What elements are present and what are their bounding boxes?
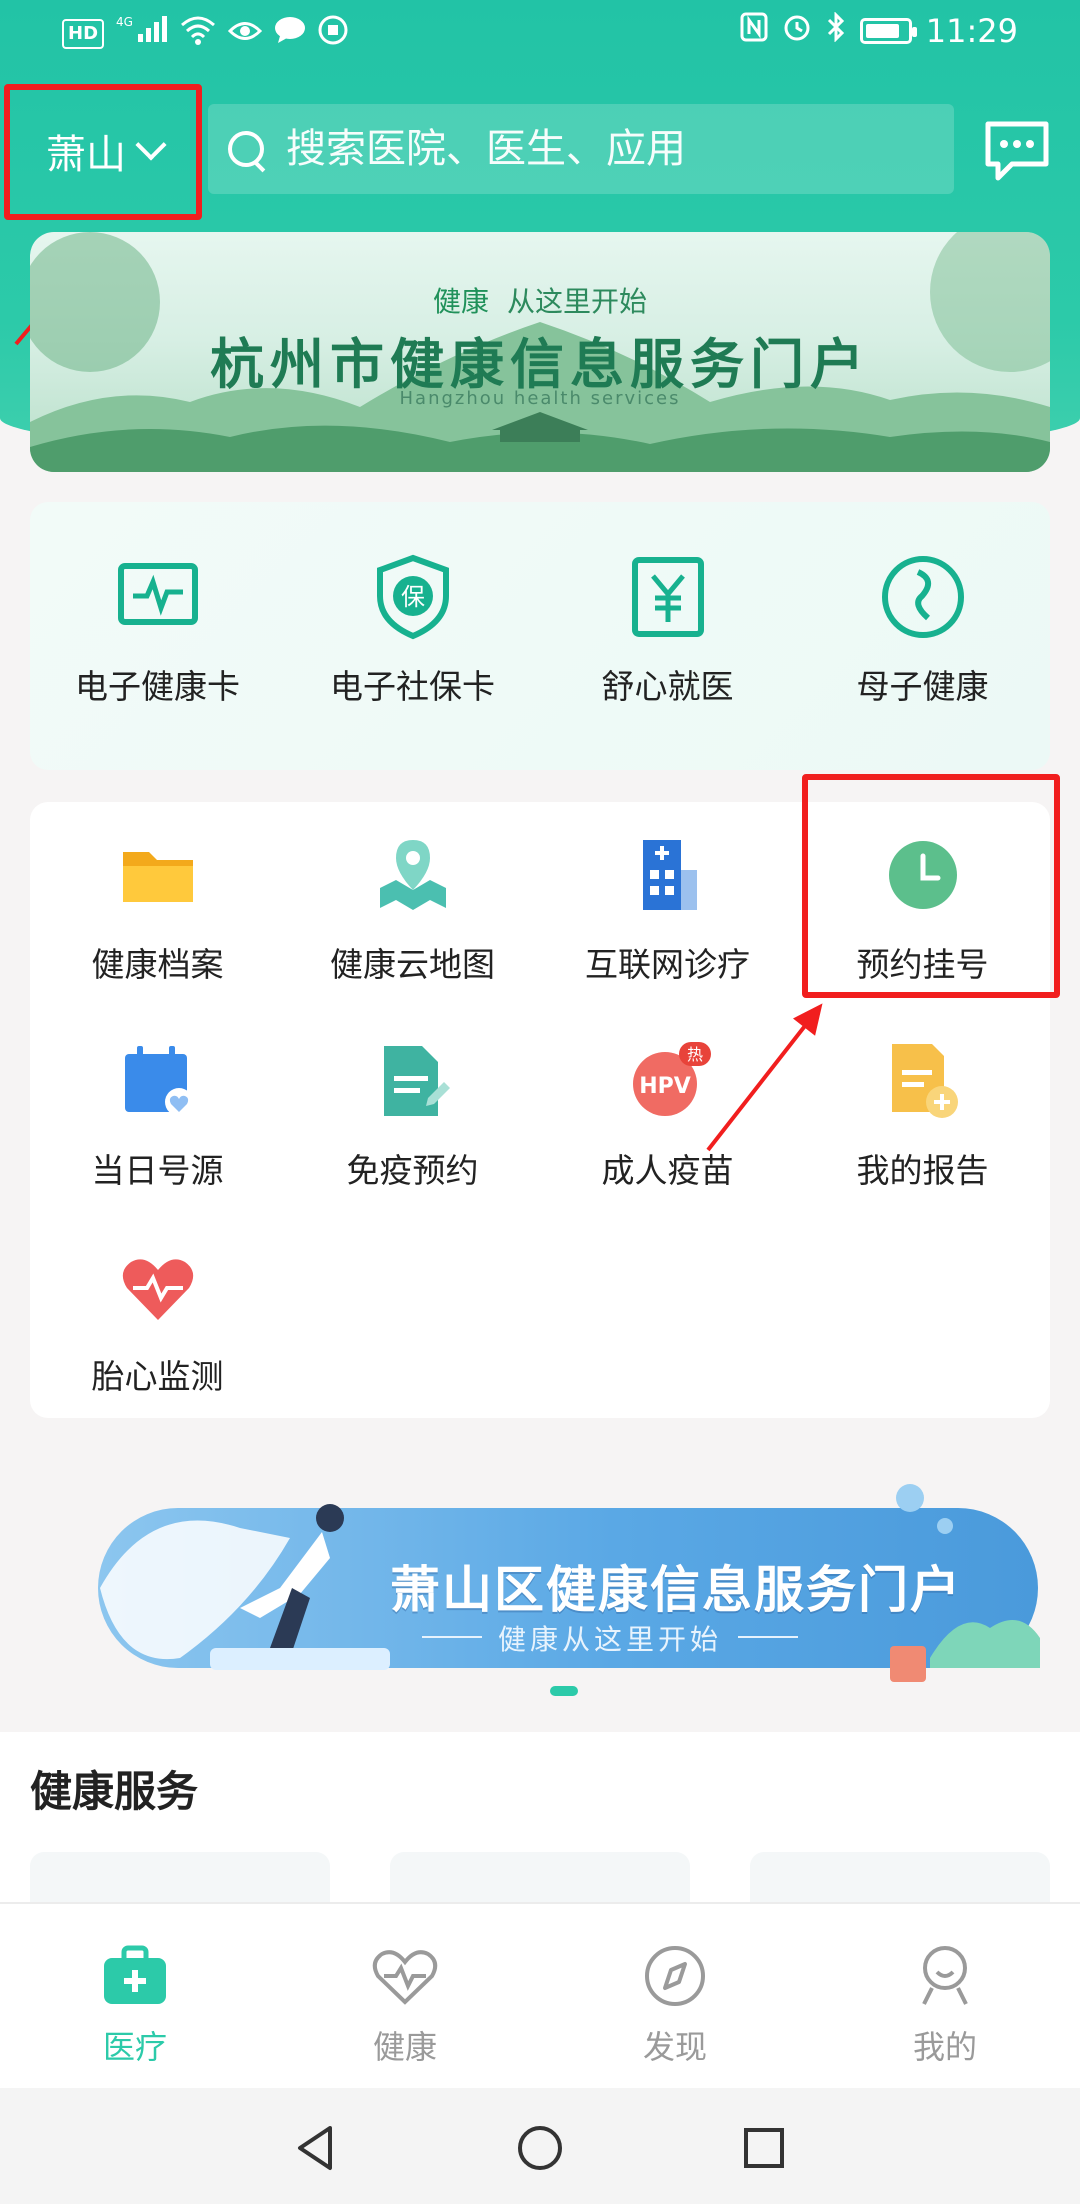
- social-security-shield-icon: 保: [368, 552, 458, 642]
- service-same-day-slots[interactable]: 当日号源: [30, 1036, 285, 1192]
- heart-pulse-icon: [370, 1944, 440, 2008]
- hot-badge: 热: [686, 1045, 702, 1064]
- network-type: 4G: [116, 15, 133, 29]
- quick-service-label: 舒心就医: [601, 667, 734, 706]
- recents-icon[interactable]: [734, 2118, 794, 2178]
- eye-icon: [227, 17, 263, 52]
- message-button[interactable]: [982, 116, 1052, 186]
- quick-service-label: 电子健康卡: [75, 667, 240, 706]
- mother-child-icon: [878, 552, 968, 642]
- compass-icon: [640, 1944, 710, 2008]
- service-label: 互联网诊疗: [585, 945, 750, 984]
- yuan-document-icon: [623, 552, 713, 642]
- report-add-icon: [878, 1036, 968, 1126]
- hd-indicator: HD: [62, 19, 105, 49]
- service-immunization[interactable]: 免疫预约: [285, 1036, 540, 1192]
- signal-icon: 4G: [116, 14, 168, 54]
- home-icon[interactable]: [510, 2118, 570, 2178]
- tab-medical[interactable]: 医疗: [0, 1944, 270, 2068]
- promo-banner[interactable]: 萧山区健康信息服务门户 健康从这里开始: [30, 1468, 1050, 1728]
- service-label: 免疫预约: [346, 1151, 479, 1190]
- service-online-clinic[interactable]: 互联网诊疗: [540, 830, 795, 986]
- folder-icon: [113, 830, 203, 920]
- service-label: 当日号源: [91, 1151, 224, 1190]
- banner-tag-text: 从这里开始: [507, 285, 648, 318]
- tab-label: 健康: [372, 2028, 437, 2066]
- service-card-partial[interactable]: [30, 1852, 330, 1902]
- quick-service-social-security[interactable]: 保 电子社保卡: [285, 552, 540, 708]
- quick-service-label: 电子社保卡: [330, 667, 495, 706]
- service-label: 健康档案: [91, 945, 224, 984]
- tab-discover[interactable]: 发现: [540, 1944, 810, 2068]
- back-icon[interactable]: [286, 2118, 346, 2178]
- person-icon: [910, 1944, 980, 2008]
- quick-service-easy-care[interactable]: 舒心就医: [540, 552, 795, 708]
- carousel-indicator: [550, 1686, 578, 1696]
- wifi-icon: [180, 15, 216, 53]
- quick-service-mother-child[interactable]: 母子健康: [795, 552, 1050, 708]
- service-fetal-heart[interactable]: 胎心监测: [30, 1242, 285, 1398]
- annotation-highlight-appointment: [802, 774, 1060, 998]
- app-status-icon: [318, 15, 348, 53]
- service-label: 健康云地图: [330, 945, 495, 984]
- system-navigation-bar: [0, 2088, 1080, 2204]
- tab-health[interactable]: 健康: [270, 1944, 540, 2068]
- tab-label: 医疗: [102, 2028, 167, 2066]
- chat-bubble-icon: [985, 121, 1049, 181]
- quick-service-label: 母子健康: [856, 667, 989, 706]
- service-my-reports[interactable]: 我的报告: [795, 1036, 1050, 1192]
- service-adult-vaccine[interactable]: HPV 热 成人疫苗: [540, 1036, 795, 1192]
- document-edit-icon: [368, 1036, 458, 1126]
- banner-tag-strong: 健康: [432, 285, 489, 318]
- quick-services-card: 电子健康卡 保 电子社保卡 舒心就医 母子健康: [30, 502, 1050, 770]
- tab-label: 我的: [912, 2028, 977, 2066]
- bluetooth-icon: [826, 11, 846, 50]
- banner-tag: 健康 从这里开始: [30, 280, 1050, 320]
- search-input[interactable]: [286, 126, 926, 172]
- status-time: 11:29: [925, 12, 1018, 50]
- hospital-building-icon: [623, 830, 713, 920]
- promo-title: 萧山区健康信息服务门户: [390, 1561, 962, 1619]
- map-pin-icon: [368, 830, 458, 920]
- calendar-heart-icon: [113, 1036, 203, 1126]
- tab-label: 发现: [642, 2028, 707, 2066]
- annotation-highlight-city: [4, 84, 202, 220]
- hpv-badge-icon: HPV 热: [623, 1036, 713, 1126]
- nfc-icon: [740, 12, 768, 50]
- svg-text:保: 保: [401, 583, 425, 611]
- heartbeat-icon: [113, 1242, 203, 1332]
- health-card-icon: [113, 552, 203, 642]
- alarm-icon: [782, 12, 812, 50]
- chat-status-icon: [274, 16, 306, 52]
- service-card-partial[interactable]: [390, 1852, 690, 1902]
- portal-banner[interactable]: 健康 从这里开始 杭州市健康信息服务门户 Hangzhou health serv…: [30, 232, 1050, 472]
- battery-icon: [859, 18, 917, 44]
- quick-service-health-card[interactable]: 电子健康卡: [30, 552, 285, 708]
- bottom-tab-bar: 医疗 健康 发现 我的: [0, 1902, 1080, 2088]
- service-health-records[interactable]: 健康档案: [30, 830, 285, 986]
- service-health-map[interactable]: 健康云地图: [285, 830, 540, 986]
- search-bar[interactable]: [208, 104, 954, 194]
- tab-mine[interactable]: 我的: [810, 1944, 1080, 2068]
- search-icon: [226, 129, 266, 169]
- medical-kit-icon: [100, 1944, 170, 2008]
- service-label: 胎心监测: [91, 1357, 224, 1396]
- hpv-badge-text: HPV: [639, 1074, 691, 1099]
- service-label: 我的报告: [856, 1151, 989, 1190]
- service-card-partial[interactable]: [750, 1852, 1050, 1902]
- section-title: 健康服务: [30, 1767, 199, 1816]
- service-label: 成人疫苗: [601, 1151, 734, 1190]
- banner-subtitle: Hangzhou health services: [399, 388, 681, 409]
- status-bar: HD 4G 11:29: [0, 0, 1080, 64]
- promo-subtitle: 健康从这里开始: [421, 1618, 799, 1658]
